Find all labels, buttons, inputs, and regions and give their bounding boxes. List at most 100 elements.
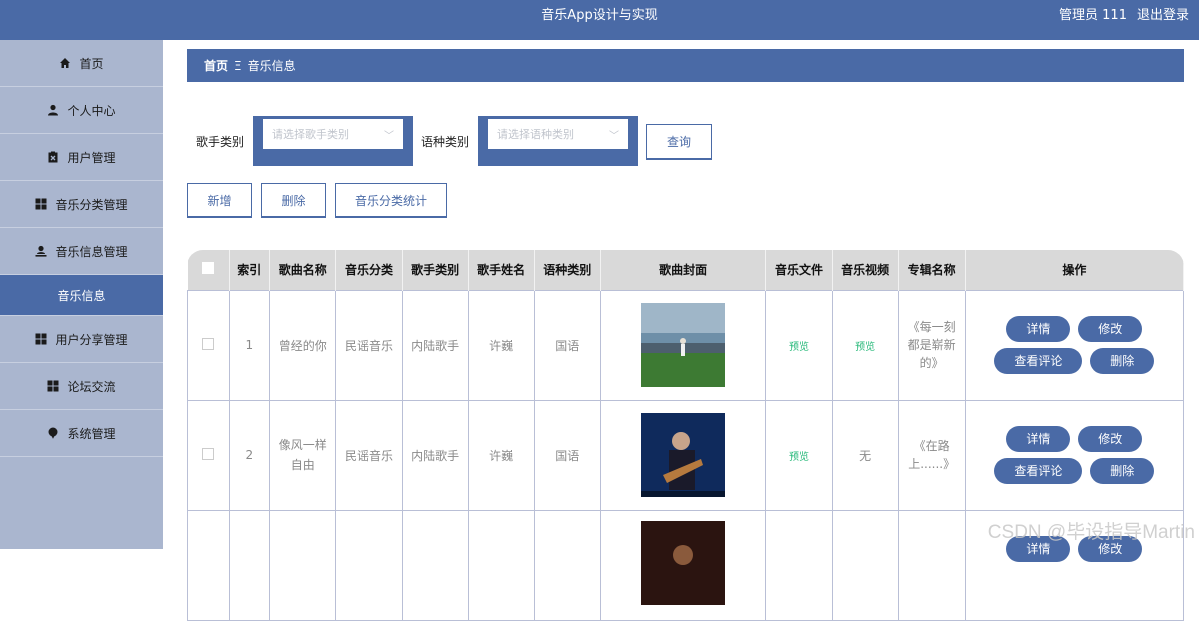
singer-type-select-wrapper: 请选择歌手类别 ﹀	[253, 116, 413, 166]
song-cover-image	[641, 521, 725, 605]
select-all-checkbox[interactable]	[202, 262, 214, 274]
sidebar-item-forum[interactable]: 论坛交流	[0, 363, 163, 410]
singer-type-select[interactable]: 请选择歌手类别 ﹀	[263, 119, 403, 149]
column-header: 操作	[965, 250, 1183, 290]
delete-button[interactable]: 删除	[261, 183, 326, 217]
category-cell	[336, 510, 402, 620]
language-cell: 国语	[534, 400, 600, 510]
sidebar-item-music-category[interactable]: 音乐分类管理	[0, 181, 163, 228]
watermark: CSDN @毕设指导Martin	[988, 517, 1195, 544]
column-header: 歌手姓名	[468, 250, 534, 290]
row-delete-button[interactable]: 删除	[1090, 458, 1154, 484]
sidebar-item-label: 论坛交流	[67, 378, 115, 395]
language-cell	[534, 510, 600, 620]
breadcrumb: 首页 Ξ 音乐信息	[187, 49, 1184, 82]
sidebar-item-label: 音乐信息管理	[55, 243, 127, 260]
category-cell: 民谣音乐	[336, 400, 402, 510]
column-header: 歌曲名称	[270, 250, 336, 290]
sidebar-item-users[interactable]: 用户管理	[0, 134, 163, 181]
category-cell: 民谣音乐	[336, 290, 402, 400]
file-preview-link[interactable]: 预览	[789, 342, 809, 353]
app-title: 音乐App设计与实现	[0, 0, 1199, 32]
main-content: 首页 Ξ 音乐信息 歌手类别 请选择歌手类别 ﹀ 语种类别 请选择语种类别 ﹀ …	[163, 40, 1199, 549]
pin-icon	[47, 427, 59, 439]
action-bar: 新增 删除 音乐分类统计	[187, 183, 447, 217]
sidebar-item-profile[interactable]: 个人中心	[0, 87, 163, 134]
category-stats-button[interactable]: 音乐分类统计	[335, 183, 447, 217]
singer-type-cell: 内陆歌手	[402, 400, 468, 510]
column-header: 索引	[229, 250, 270, 290]
sidebar-item-home[interactable]: 首页	[0, 40, 163, 87]
breadcrumb-current: 音乐信息	[248, 57, 296, 74]
sidebar-item-label: 用户管理	[67, 149, 115, 166]
table-row: 1 曾经的你 民谣音乐 内陆歌手 许巍 国语	[188, 290, 1184, 400]
view-comments-button[interactable]: 查看评论	[994, 348, 1082, 374]
table-header-row: 索引 歌曲名称 音乐分类 歌手类别 歌手姓名 语种类别 歌曲封面 音乐文件 音乐…	[188, 250, 1184, 290]
music-video-cell: 预览	[832, 290, 898, 400]
song-cover-image	[641, 303, 725, 387]
sidebar-item-label: 音乐分类管理	[55, 196, 127, 213]
sidebar-item-label: 首页	[79, 55, 103, 72]
cover-cell	[600, 290, 766, 400]
sidebar-item-label: 音乐信息	[57, 287, 105, 304]
top-bar: 音乐App设计与实现 管理员 111 退出登录	[0, 0, 1199, 40]
singer-type-label: 歌手类别	[196, 133, 244, 150]
detail-button[interactable]: 详情	[1006, 426, 1070, 452]
clipboard-icon	[47, 151, 59, 163]
music-table: 索引 歌曲名称 音乐分类 歌手类别 歌手姓名 语种类别 歌曲封面 音乐文件 音乐…	[187, 250, 1184, 621]
sidebar-item-system[interactable]: 系统管理	[0, 410, 163, 457]
column-header: 语种类别	[534, 250, 600, 290]
song-name-cell: 像风一样自由	[270, 400, 336, 510]
table-row: 2 像风一样自由 民谣音乐 内陆歌手 许巍 国语	[188, 400, 1184, 510]
language-type-label: 语种类别	[421, 133, 469, 150]
operations-cell: 详情 修改 查看评论 删除	[965, 400, 1183, 510]
column-header: 音乐文件	[766, 250, 832, 290]
edit-button[interactable]: 修改	[1078, 426, 1142, 452]
music-file-cell	[766, 510, 832, 620]
home-icon	[59, 57, 71, 69]
index-cell: 1	[229, 290, 270, 400]
operations-cell: 详情 修改 查看评论 删除	[965, 290, 1183, 400]
song-name-cell: 曾经的你	[270, 290, 336, 400]
add-button[interactable]: 新增	[187, 183, 252, 217]
logout-button[interactable]: 退出登录	[1137, 0, 1189, 32]
breadcrumb-home[interactable]: 首页	[204, 57, 228, 74]
file-preview-link[interactable]: 预览	[789, 452, 809, 463]
row-checkbox[interactable]	[202, 448, 214, 460]
cover-cell	[600, 510, 766, 620]
row-select-cell	[188, 400, 230, 510]
detail-button[interactable]: 详情	[1006, 316, 1070, 342]
language-cell: 国语	[534, 290, 600, 400]
sidebar-item-music-info-manage[interactable]: 音乐信息管理	[0, 228, 163, 275]
sidebar-item-share-manage[interactable]: 用户分享管理	[0, 316, 163, 363]
singer-type-cell: 内陆歌手	[402, 290, 468, 400]
row-delete-button[interactable]: 删除	[1090, 348, 1154, 374]
sidebar-item-music-info[interactable]: 音乐信息	[0, 275, 163, 316]
sidebar-item-label: 个人中心	[67, 102, 115, 119]
row-checkbox[interactable]	[202, 338, 214, 350]
query-button[interactable]: 查询	[646, 124, 712, 159]
singer-type-cell	[402, 510, 468, 620]
music-video-cell	[832, 510, 898, 620]
sidebar-item-label: 系统管理	[67, 425, 115, 442]
column-header: 音乐分类	[336, 250, 402, 290]
singer-type-placeholder: 请选择歌手类别	[272, 126, 349, 142]
index-cell	[229, 510, 270, 620]
user-icon	[47, 104, 59, 116]
sidebar-item-label: 用户分享管理	[55, 331, 127, 348]
filter-bar: 歌手类别 请选择歌手类别 ﹀ 语种类别 请选择语种类别 ﹀ 查询	[196, 116, 712, 166]
column-header: 音乐视频	[832, 250, 898, 290]
singer-name-cell	[468, 510, 534, 620]
grid-icon	[47, 380, 59, 392]
music-file-cell: 预览	[766, 290, 832, 400]
row-select-cell	[188, 510, 230, 620]
edit-button[interactable]: 修改	[1078, 316, 1142, 342]
grid-icon	[35, 198, 47, 210]
video-preview-link[interactable]: 预览	[855, 342, 875, 353]
language-type-select[interactable]: 请选择语种类别 ﹀	[488, 119, 628, 149]
view-comments-button[interactable]: 查看评论	[994, 458, 1082, 484]
cover-cell	[600, 400, 766, 510]
column-header: 歌手类别	[402, 250, 468, 290]
song-name-cell	[270, 510, 336, 620]
language-type-placeholder: 请选择语种类别	[497, 126, 574, 142]
